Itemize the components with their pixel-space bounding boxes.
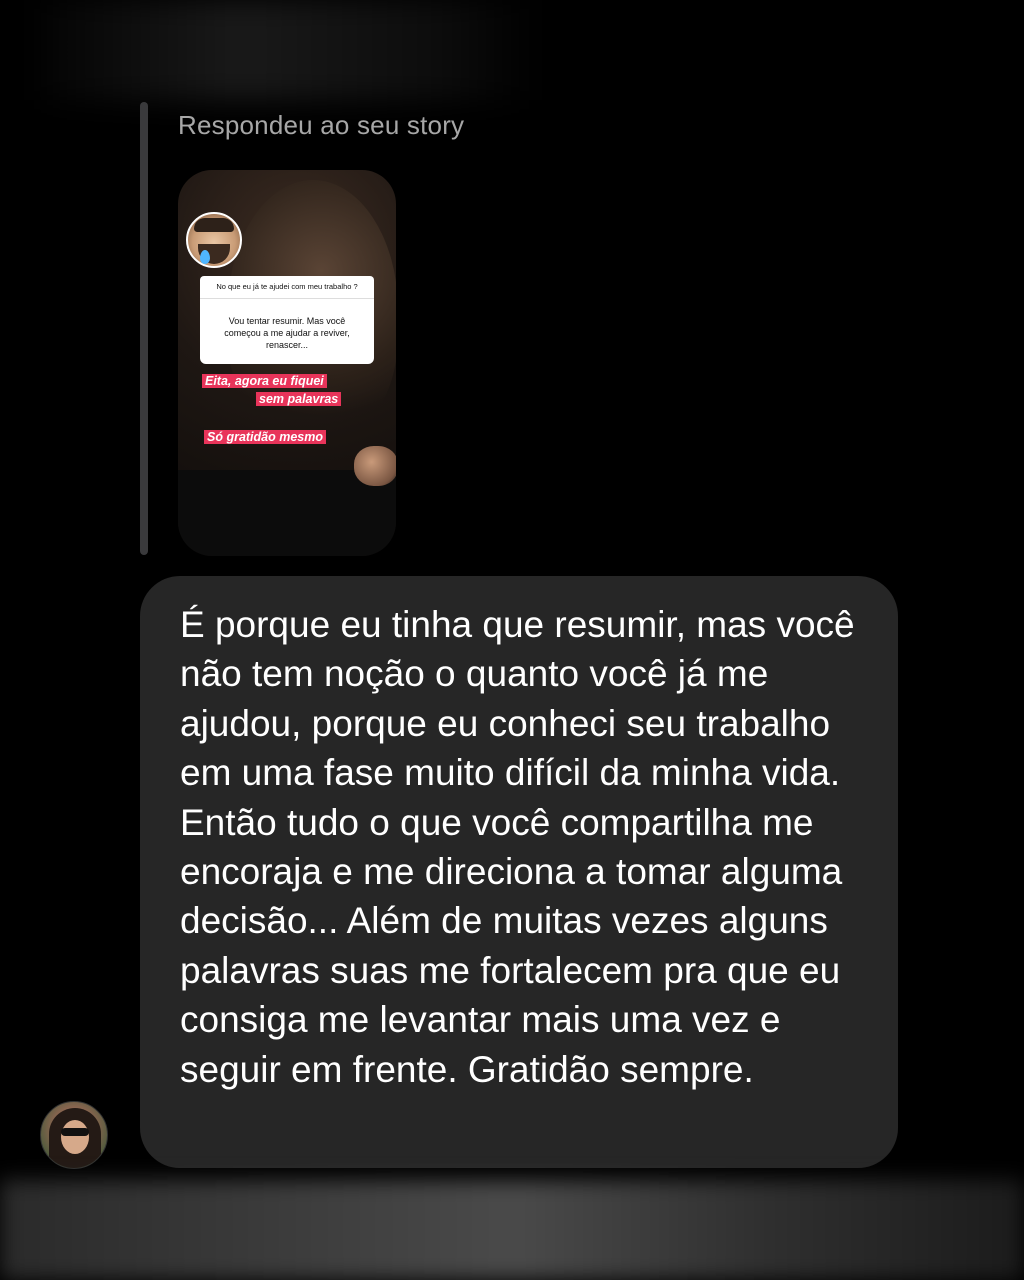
reply-indicator-bar	[140, 102, 148, 555]
blurred-footer	[0, 1180, 1024, 1280]
sunglasses-icon	[61, 1128, 89, 1136]
question-sticker-answer: Vou tentar resumir. Mas você começou a m…	[200, 298, 374, 364]
story-caption-line-1: Eita, agora eu fiquei	[202, 372, 327, 390]
sender-avatar[interactable]	[40, 1101, 108, 1169]
tear-drop-icon	[200, 250, 210, 264]
story-caption-line-3: Só gratidão mesmo	[204, 428, 326, 446]
blurred-header	[40, 0, 540, 100]
story-caption-line-2: sem palavras	[256, 390, 342, 408]
reply-label: Respondeu ao seu story	[178, 110, 465, 140]
question-sticker-title: No que eu já te ajudei com meu trabalho …	[200, 276, 374, 298]
story-photo-hand	[354, 446, 396, 486]
story-preview[interactable]: No que eu já te ajudei com meu trabalho …	[178, 170, 396, 556]
message-text: É porque eu tinha que resumir, mas você …	[180, 604, 855, 1090]
message-bubble[interactable]: É porque eu tinha que resumir, mas você …	[140, 576, 898, 1168]
memoji-sticker-icon	[186, 212, 242, 268]
